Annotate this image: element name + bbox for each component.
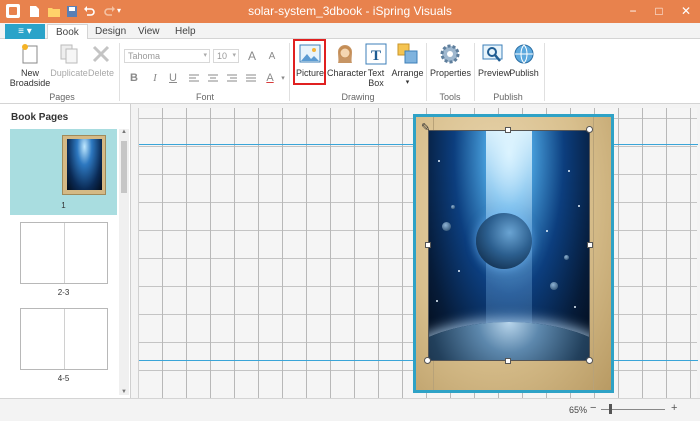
- group-label-tools: Tools: [439, 92, 461, 102]
- font-size-select[interactable]: 10 ▾: [213, 49, 239, 63]
- svg-text:T: T: [371, 48, 381, 64]
- underline-button[interactable]: U: [167, 72, 179, 84]
- zoom-level: 65%: [569, 405, 588, 415]
- delete-label: Delete: [88, 68, 115, 78]
- tab-view[interactable]: View: [130, 24, 168, 39]
- font-color-button[interactable]: A: [264, 72, 276, 84]
- font-family-select[interactable]: Tahoma ▾: [124, 49, 210, 63]
- font-size-value: 10: [217, 51, 228, 61]
- tab-help[interactable]: Help: [167, 24, 204, 39]
- minimize-button[interactable]: −: [619, 0, 647, 22]
- chevron-down-icon: ▾: [203, 52, 207, 59]
- zoom-in-button[interactable]: +: [671, 402, 677, 414]
- text-box-label-2: Box: [368, 78, 384, 88]
- chevron-down-icon: ▾: [405, 79, 410, 86]
- new-broadside-label-1: New: [20, 68, 39, 78]
- align-right-icon[interactable]: [227, 74, 237, 83]
- pencil-cursor-icon: ✎: [421, 122, 431, 134]
- page-thumbnail-4-5[interactable]: [20, 308, 108, 370]
- maximize-button[interactable]: □: [645, 0, 673, 22]
- close-button[interactable]: ✕: [672, 0, 700, 22]
- book-pages-panel: Book Pages 1 2-3 4-5 ▲ ▼: [0, 104, 131, 398]
- duplicate-icon: [60, 44, 78, 64]
- bold-button[interactable]: B: [128, 72, 140, 84]
- align-justify-icon[interactable]: [246, 74, 256, 83]
- page-spine: [64, 223, 65, 283]
- page-label-4-5: 4-5: [57, 374, 70, 383]
- resize-handle[interactable]: [587, 242, 593, 248]
- page-thumbnail-2-3[interactable]: [20, 222, 108, 284]
- delete-button[interactable]: Delete: [88, 42, 114, 78]
- character-icon: [338, 45, 352, 63]
- shrink-font-button[interactable]: A: [266, 51, 278, 62]
- group-label-drawing: Drawing: [341, 92, 375, 102]
- new-broadside-icon: [22, 44, 38, 64]
- italic-button[interactable]: I: [149, 72, 161, 84]
- space-thumbnail-image: [67, 139, 102, 190]
- scrollbar-thumb[interactable]: [121, 141, 127, 193]
- preview-label: Preview: [478, 68, 511, 78]
- page-label-1: 1: [61, 201, 66, 210]
- page-thumbnail-1-image: [62, 135, 106, 195]
- delete-icon: [92, 45, 110, 63]
- picture-button-highlight: [293, 39, 326, 85]
- group-separator: [544, 43, 545, 101]
- character-label: Character: [327, 68, 367, 78]
- book-pages-title: Book Pages: [11, 112, 69, 123]
- duplicate-button[interactable]: Duplicate: [50, 42, 88, 78]
- text-box-label-1: Text: [367, 68, 385, 78]
- group-label-pages: Pages: [49, 92, 75, 102]
- resize-handle[interactable]: [586, 126, 593, 133]
- tab-design[interactable]: Design: [87, 24, 134, 39]
- page-label-2-3: 2-3: [57, 288, 70, 297]
- arrange-icon: [397, 43, 417, 64]
- ribbon-tabs: ≡ ▾ Book Design View Help: [0, 23, 700, 40]
- title-bar: ▾ solar-system_3dbook - iSpring Visuals …: [0, 0, 700, 23]
- character-button[interactable]: Character: [327, 42, 367, 78]
- properties-label: Properties: [430, 68, 472, 78]
- arrange-button[interactable]: Arrange ▾: [391, 42, 424, 88]
- resize-handle[interactable]: [425, 242, 431, 248]
- file-menu-button[interactable]: ≡ ▾: [5, 24, 45, 39]
- new-broadside-button[interactable]: New Broadside: [9, 42, 51, 88]
- chevron-down-icon[interactable]: ▾: [277, 74, 289, 82]
- resize-handle[interactable]: [424, 357, 431, 364]
- tab-book[interactable]: Book: [47, 24, 88, 40]
- resize-handle[interactable]: [586, 357, 593, 364]
- align-left-icon[interactable]: [189, 74, 199, 83]
- arrange-label: Arrange: [391, 68, 424, 78]
- group-label-font: Font: [195, 92, 214, 102]
- ribbon: New Broadside Duplicate Delete Pages Fon…: [0, 39, 700, 104]
- scroll-up-icon[interactable]: ▲: [119, 129, 129, 135]
- zoom-slider-thumb[interactable]: [609, 404, 612, 414]
- window-title: solar-system_3dbook - iSpring Visuals: [248, 4, 452, 18]
- resize-handle[interactable]: [505, 127, 511, 133]
- properties-button[interactable]: Properties: [430, 42, 472, 78]
- resize-handle[interactable]: [505, 358, 511, 364]
- new-broadside-label-2: Broadside: [9, 78, 51, 88]
- group-label-publish: Publish: [493, 92, 523, 102]
- picture-selection-box: [428, 130, 590, 361]
- align-center-icon[interactable]: [208, 74, 218, 83]
- preview-button[interactable]: Preview: [478, 42, 511, 78]
- grow-font-button[interactable]: A: [246, 49, 258, 63]
- publish-button[interactable]: Publish: [509, 42, 539, 78]
- page-spine: [64, 309, 65, 369]
- scroll-down-icon[interactable]: ▼: [119, 389, 129, 395]
- text-box-button[interactable]: T Text Box: [364, 42, 388, 88]
- preview-icon: [482, 44, 503, 62]
- text-box-icon: T: [365, 43, 387, 65]
- pages-scrollbar[interactable]: ▲ ▼: [119, 129, 129, 395]
- chevron-down-icon: ▾: [232, 52, 236, 59]
- zoom-out-button[interactable]: −: [590, 402, 596, 414]
- font-family-value: Tahoma: [128, 51, 161, 61]
- globe-icon: [514, 44, 534, 64]
- duplicate-label: Duplicate: [50, 68, 88, 78]
- gear-icon: [440, 44, 460, 64]
- publish-label: Publish: [509, 68, 539, 78]
- status-bar: 65% − +: [0, 398, 700, 421]
- margin-line: [593, 117, 594, 390]
